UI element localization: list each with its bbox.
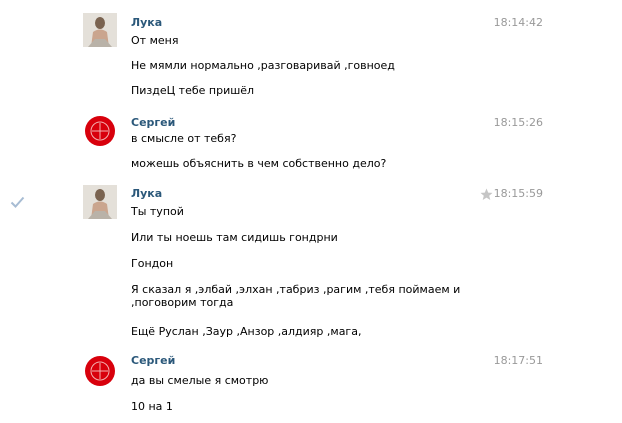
message-text: да вы смелые я смотрю xyxy=(131,374,269,387)
message-group: Сергей 18:17:51 да вы смелые я смотрю 10… xyxy=(0,0,622,423)
sender-name[interactable]: Сергей xyxy=(131,354,175,367)
user-avatar[interactable] xyxy=(83,354,117,388)
message-text: 10 на 1 xyxy=(131,400,173,413)
chat-history: Лука 18:14:42 От меня Не мямли нормально… xyxy=(0,0,622,423)
red-emblem-icon xyxy=(85,356,115,386)
timestamp[interactable]: 18:17:51 xyxy=(494,354,543,367)
